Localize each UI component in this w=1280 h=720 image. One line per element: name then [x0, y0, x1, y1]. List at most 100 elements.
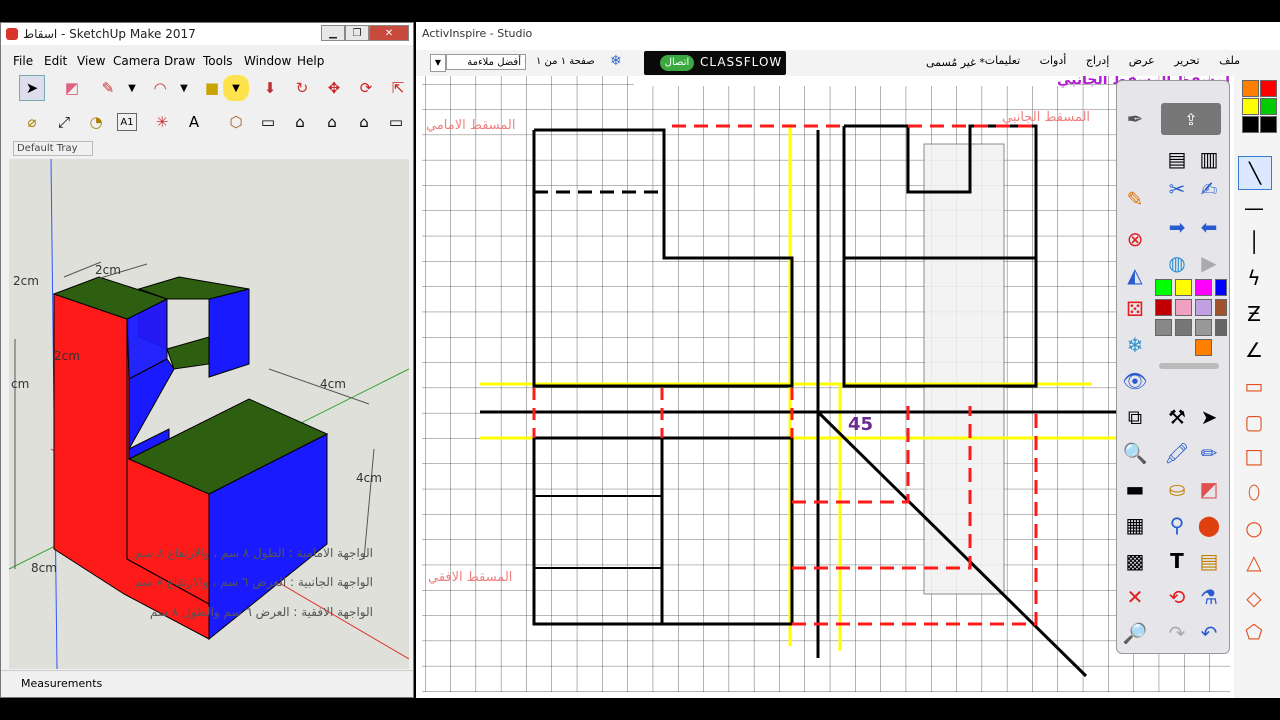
menu-tools-ar[interactable]: أدوات — [1040, 54, 1067, 67]
arc-dropdown-icon[interactable]: ▼ — [171, 75, 197, 101]
eraser-tool-icon[interactable]: ◩ — [59, 75, 85, 101]
maximize-button[interactable]: ❐ — [345, 25, 369, 41]
color-swatch-yellow[interactable] — [1175, 279, 1192, 296]
back-view-icon[interactable]: ⌂ — [351, 109, 377, 135]
marker-icon[interactable]: ✏ — [1193, 437, 1225, 469]
iso-view-icon[interactable]: ⬡ — [223, 109, 249, 135]
line-dropdown-icon[interactable]: ▼ — [119, 75, 145, 101]
zoom-dropdown-icon[interactable]: ▼ — [430, 54, 446, 72]
text-tool-icon[interactable]: A1 — [117, 113, 137, 131]
color-swatch-orange[interactable] — [1195, 339, 1212, 356]
profile-icon[interactable]: ▤ — [1161, 143, 1193, 175]
handwriting-icon[interactable]: ✍ — [1193, 173, 1225, 205]
color-swatch-blue[interactable] — [1215, 279, 1227, 296]
sketchup-viewport[interactable]: 2cm 2cm 2cm 4cm 4cm cm 8cm الواجهة الاما… — [9, 159, 409, 669]
color-swatch-pink[interactable] — [1175, 299, 1192, 316]
ruler-icon[interactable]: ◭ — [1119, 259, 1151, 291]
color-swatch-yellow-2[interactable] — [1242, 98, 1259, 115]
ellipse-icon[interactable]: ⬯ — [1238, 476, 1270, 508]
image-icon[interactable]: ▩ — [1119, 545, 1151, 577]
arc-tool-icon[interactable]: ◠ — [147, 75, 173, 101]
left-view-icon[interactable]: ▭ — [383, 109, 409, 135]
menu-edit-ar[interactable]: تحرير — [1174, 54, 1199, 67]
menu-file[interactable]: File — [13, 54, 33, 68]
grid-icon[interactable]: ▦ — [1119, 509, 1151, 541]
angle-icon[interactable]: ∠ — [1238, 334, 1270, 366]
pen-tool-2-icon[interactable]: ✎ — [1119, 183, 1151, 215]
circle-icon[interactable]: ○ — [1238, 512, 1270, 544]
media-icon[interactable]: ▤ — [1193, 545, 1225, 577]
paint-icon[interactable]: ⛀ — [1161, 473, 1193, 505]
color-swatch-green[interactable] — [1155, 279, 1172, 296]
square-icon[interactable]: □ — [1238, 440, 1270, 472]
line-h-icon[interactable]: — — [1238, 192, 1270, 224]
eraser-icon[interactable]: ◩ — [1193, 473, 1225, 505]
menu-view[interactable]: View — [77, 54, 105, 68]
delete-icon[interactable]: ✕ — [1119, 581, 1151, 613]
menu-help[interactable]: Help — [297, 54, 324, 68]
protractor-tool-icon[interactable]: ◔ — [83, 109, 109, 135]
redo-icon[interactable]: ↷ — [1161, 617, 1193, 649]
color-swatch-gray4[interactable] — [1215, 319, 1227, 336]
front-view-icon[interactable]: ⌂ — [287, 109, 313, 135]
line-shape-icon[interactable]: ╲ — [1238, 156, 1272, 190]
page-browser-icon[interactable]: ❄ — [610, 53, 630, 73]
minimize-button[interactable]: ▁ — [321, 25, 345, 41]
connector-icon[interactable]: ⚲ — [1161, 509, 1193, 541]
zigzag-icon[interactable]: ϟ — [1238, 262, 1270, 294]
color-swatch-black-3[interactable] — [1260, 116, 1277, 133]
menu-camera[interactable]: Camera — [113, 54, 160, 68]
3dtext-tool-icon[interactable]: A — [181, 109, 207, 135]
top-view-icon[interactable]: ▭ — [255, 109, 281, 135]
wrench-icon[interactable]: ⚒ — [1161, 401, 1193, 433]
close-button[interactable]: ✕ — [369, 25, 409, 41]
scale-tool-icon[interactable]: ⇱ — [385, 75, 411, 101]
rotate-tool-icon[interactable]: ⟳ — [353, 75, 379, 101]
menu-help-ar[interactable]: تعليمات — [985, 54, 1020, 67]
menu-view-ar[interactable]: عرض — [1129, 54, 1155, 67]
color-swatch-magenta[interactable] — [1195, 279, 1212, 296]
pencil-tool-icon[interactable]: ✎ — [95, 75, 121, 101]
dashboard-icon[interactable]: ⇪ — [1161, 103, 1221, 135]
rect-shape-icon[interactable]: ▭ — [1238, 370, 1270, 402]
play-icon[interactable]: ▶ — [1193, 247, 1225, 279]
menu-edit[interactable]: Edit — [44, 54, 67, 68]
flask-icon[interactable]: ⚗ — [1193, 581, 1225, 613]
snowflake-icon[interactable]: ❄ — [1119, 329, 1151, 361]
menu-tools[interactable]: Tools — [203, 54, 233, 68]
zoom-icon[interactable]: 🔍 — [1119, 437, 1151, 469]
diamond-icon[interactable]: ◇ — [1238, 582, 1270, 614]
followme-tool-icon[interactable]: ↻ — [289, 75, 315, 101]
highlighter-icon[interactable]: 🖍 — [1161, 437, 1193, 469]
search-icon[interactable]: 🔎 — [1119, 617, 1151, 649]
reset-icon[interactable]: ⟲ — [1161, 581, 1193, 613]
menu-window[interactable]: Window — [244, 54, 291, 68]
text-icon[interactable]: T — [1161, 545, 1193, 577]
page-icon[interactable]: ▥ — [1193, 143, 1225, 175]
tape-tool-icon[interactable]: ⌀ — [19, 109, 45, 135]
line-v-icon[interactable]: │ — [1238, 226, 1270, 258]
select-tool-icon[interactable]: ➤ — [19, 75, 45, 101]
reveal-icon[interactable]: 👁 — [1119, 365, 1151, 397]
browser-icon[interactable]: ◍ — [1161, 247, 1193, 279]
fit-select[interactable]: أفضل ملاءمة — [446, 54, 526, 70]
move-tool-icon[interactable]: ✥ — [321, 75, 347, 101]
color-swatch-darkred[interactable] — [1155, 299, 1172, 316]
color-swatch-brown[interactable] — [1215, 299, 1227, 316]
color-swatch-green-2[interactable] — [1260, 98, 1277, 115]
dice-icon[interactable]: ⚄ — [1119, 293, 1151, 325]
default-tray-label[interactable]: Default Tray — [13, 141, 93, 156]
color-swatch-gray3[interactable] — [1195, 319, 1212, 336]
select-icon[interactable]: ⧉ — [1119, 401, 1151, 433]
connect-button[interactable]: اتصال — [660, 55, 694, 71]
color-swatch-lavender[interactable] — [1195, 299, 1212, 316]
next-page-icon[interactable]: ➡ — [1161, 211, 1193, 243]
shape-dropdown-icon[interactable]: ▼ — [223, 75, 249, 101]
color-swatch-orange-2[interactable] — [1242, 80, 1259, 97]
thickness-slider[interactable] — [1159, 363, 1219, 369]
color-swatch-red-2[interactable] — [1260, 80, 1277, 97]
menu-file-ar[interactable]: ملف — [1219, 54, 1240, 67]
pushpull-tool-icon[interactable]: ⬇ — [257, 75, 283, 101]
color-swatch-gray[interactable] — [1155, 319, 1172, 336]
fill-icon[interactable]: ▬ — [1119, 473, 1151, 505]
